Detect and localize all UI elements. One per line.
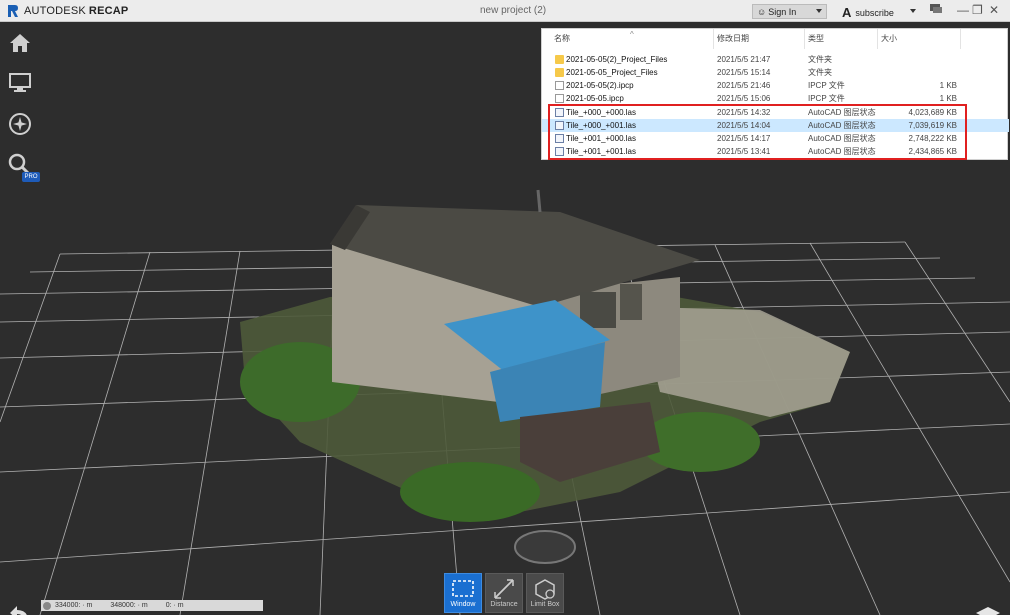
file-type: 文件夹: [808, 55, 832, 64]
highlight-box: [548, 104, 967, 160]
file-type: IPCP 文件: [808, 81, 845, 90]
folder-icon: [555, 55, 564, 64]
chat-icon[interactable]: [929, 3, 943, 18]
window-select-tool[interactable]: Window: [444, 573, 482, 613]
coord-z: 0: · m: [165, 602, 184, 609]
file-icon: [555, 94, 564, 103]
pro-badge: PRO: [22, 172, 40, 182]
column-header-size[interactable]: 大小: [881, 29, 961, 49]
navigation-button[interactable]: [7, 111, 33, 137]
tool-label: Limit Box: [530, 601, 560, 608]
minimize-button[interactable]: —: [957, 3, 969, 17]
close-circle-icon[interactable]: [43, 601, 51, 610]
file-row[interactable]: 2021-05-05_Project_Files 2021/5/5 15:14 …: [542, 66, 1009, 79]
app-name: AUTODESK RECAP: [24, 4, 129, 17]
file-name: 2021-05-05(2)_Project_Files: [566, 55, 668, 64]
file-name: 2021-05-05_Project_Files: [566, 68, 658, 77]
file-name: 2021-05-05(2).ipcp: [566, 81, 634, 90]
file-date: 2021/5/5 21:47: [717, 55, 771, 64]
sign-in-label: Sign In: [768, 6, 797, 17]
layers-icon: [976, 607, 1000, 615]
file-date: 2021/5/5 15:14: [717, 68, 771, 77]
coord-x: 334000: · m: [55, 602, 93, 609]
distance-tool[interactable]: Distance: [485, 573, 523, 613]
back-button[interactable]: [6, 603, 34, 615]
close-button[interactable]: ✕: [989, 3, 999, 17]
subscribe-chevron-down-icon[interactable]: [910, 9, 916, 13]
document-title: new project (2): [480, 5, 547, 16]
display-settings-button[interactable]: [7, 70, 33, 96]
limit-box-icon: [535, 579, 555, 600]
limit-box-tool[interactable]: Limit Box: [526, 573, 564, 613]
tire: [514, 530, 576, 564]
home-icon: [10, 34, 30, 52]
chimney-pipe: [536, 189, 542, 213]
window-select-icon: [452, 580, 474, 597]
layers-button[interactable]: [974, 604, 1002, 615]
column-header-name[interactable]: 名称: [554, 29, 714, 49]
file-icon: [555, 81, 564, 90]
restore-button[interactable]: ❐: [972, 3, 983, 17]
tool-label: Window: [450, 601, 476, 608]
undo-arrow-icon: [10, 606, 27, 615]
chevron-down-icon: [816, 9, 822, 13]
monitor-icon: [9, 73, 31, 92]
column-header-type[interactable]: 类型: [808, 29, 878, 49]
autodesk-a-icon: A: [842, 5, 852, 20]
bush: [400, 462, 540, 522]
sign-in-dropdown[interactable]: ☺ Sign In: [752, 4, 827, 19]
file-explorer-panel: ^ 名称 修改日期 类型 大小 2021-05-05(2)_Project_Fi…: [541, 28, 1009, 160]
subscribe-label: subscribe: [855, 7, 894, 18]
file-date: 2021/5/5 21:46: [717, 81, 771, 90]
window: [620, 284, 642, 320]
autodesk-logo-icon: [6, 4, 20, 18]
compass-icon: [9, 113, 31, 135]
file-row[interactable]: 2021-05-05(2)_Project_Files 2021/5/5 21:…: [542, 53, 1009, 66]
subscribe-button[interactable]: A subscribe: [842, 5, 894, 20]
coord-y: 348000: · m: [110, 602, 148, 609]
column-header-date[interactable]: 修改日期: [717, 29, 805, 49]
distance-icon: [494, 579, 514, 599]
user-icon: ☺: [757, 6, 767, 17]
folder-icon: [555, 68, 564, 77]
tool-label: Distance: [490, 601, 518, 608]
coordinate-readout: 334000: · m 348000: · m 0: · m: [41, 600, 263, 611]
file-row[interactable]: 2021-05-05(2).ipcp 2021/5/5 21:46 IPCP 文…: [542, 79, 1009, 92]
title-bar: AUTODESK RECAP new project (2) ☺ Sign In …: [0, 0, 1010, 22]
home-button[interactable]: [7, 30, 33, 56]
file-size: 1 KB: [939, 81, 957, 90]
file-type: 文件夹: [808, 68, 832, 77]
